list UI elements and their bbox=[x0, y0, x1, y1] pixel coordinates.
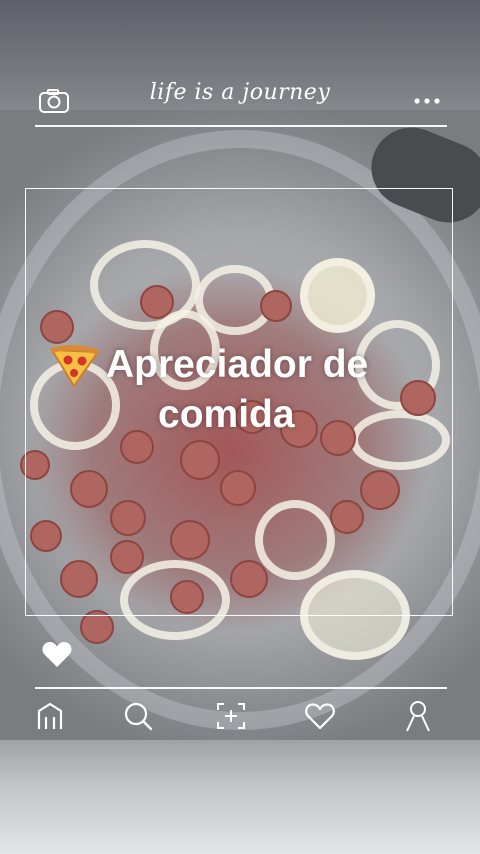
heart-icon[interactable] bbox=[41, 640, 73, 668]
heart-outline-icon[interactable] bbox=[302, 698, 338, 734]
pizza-icon bbox=[50, 344, 100, 388]
header-divider bbox=[35, 125, 447, 127]
post-caption-overlay: Apreciador de comida bbox=[48, 340, 448, 440]
header-title: life is a journey bbox=[149, 80, 331, 105]
more-dots-icon[interactable] bbox=[411, 86, 443, 116]
add-post-icon[interactable] bbox=[213, 698, 249, 734]
caption-line-1: Apreciador de bbox=[106, 343, 369, 386]
bottom-nav bbox=[0, 690, 480, 740]
nav-divider bbox=[35, 687, 447, 689]
search-icon[interactable] bbox=[120, 698, 156, 734]
profile-icon[interactable] bbox=[400, 698, 436, 734]
home-icon[interactable] bbox=[32, 698, 68, 734]
caption-line-2: comida bbox=[158, 393, 295, 436]
